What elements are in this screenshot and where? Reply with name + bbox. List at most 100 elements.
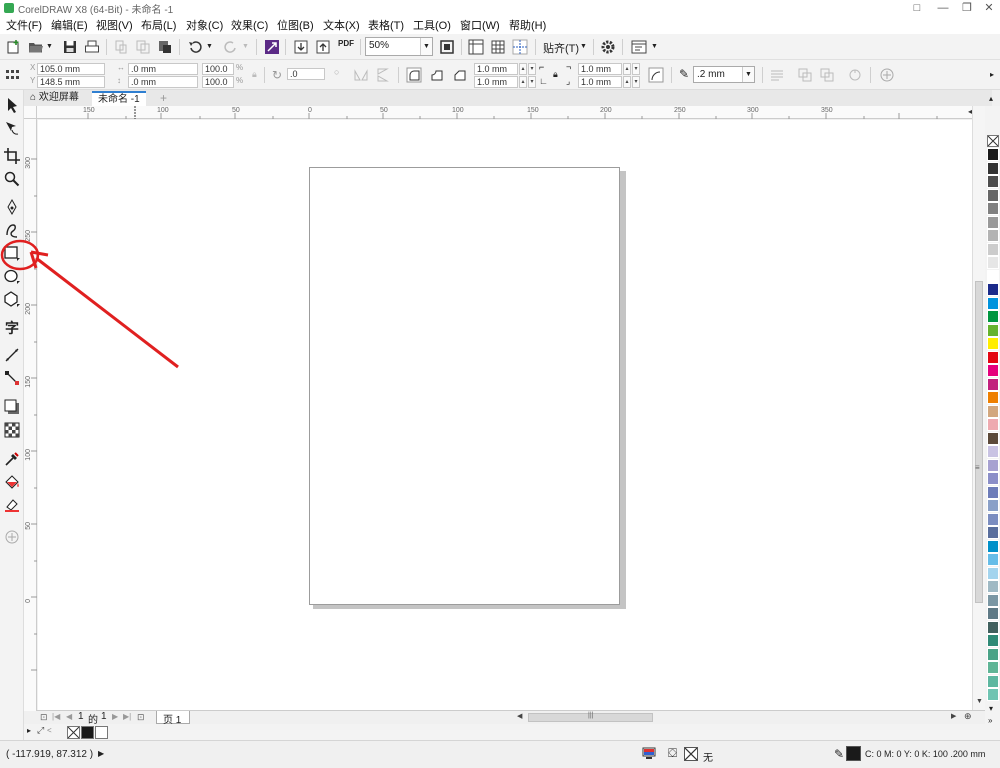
add-page-before-icon[interactable]: ⊡ xyxy=(40,712,48,723)
ruler-origin[interactable] xyxy=(24,106,37,119)
page-size-icon[interactable] xyxy=(4,66,22,84)
corner-radius-top-right-field[interactable]: 1.0 mm xyxy=(578,63,622,75)
palette-swatch[interactable] xyxy=(987,175,999,188)
palette-swatch[interactable] xyxy=(987,404,999,418)
redo-icon[interactable] xyxy=(222,38,240,56)
palette-swatch[interactable] xyxy=(987,337,999,350)
copy-icon[interactable] xyxy=(134,38,152,56)
docpal-left-icon[interactable]: < xyxy=(47,726,52,735)
scroll-down-icon[interactable]: ▼ xyxy=(976,698,983,705)
mirror-vertical-icon[interactable] xyxy=(374,66,392,84)
menu-effects[interactable]: 效果(C) xyxy=(231,17,268,33)
paste-icon[interactable] xyxy=(156,38,174,56)
palette-swatch[interactable] xyxy=(987,323,999,337)
palette-swatch[interactable] xyxy=(987,269,999,283)
palette-swatch[interactable] xyxy=(987,458,999,472)
add-tab-button[interactable]: + xyxy=(154,91,173,106)
outline-color-swatch[interactable] xyxy=(846,746,861,761)
menu-help[interactable]: 帮助(H) xyxy=(509,17,546,33)
to-back-icon[interactable] xyxy=(818,66,836,84)
previous-page-icon[interactable]: ◀ xyxy=(66,712,72,721)
freehand-tool-icon[interactable] xyxy=(3,198,21,216)
add-plus-icon[interactable] xyxy=(878,66,896,84)
vertical-ruler[interactable]: 300 250 200 150 100 50 0 xyxy=(24,119,37,711)
menu-edit[interactable]: 编辑(E) xyxy=(51,17,88,33)
docpal-black-swatch[interactable] xyxy=(81,726,94,739)
redo-dropdown-icon[interactable]: ▼ xyxy=(242,43,249,50)
transparency-tool-icon[interactable] xyxy=(3,421,21,439)
drop-shadow-tool-icon[interactable] xyxy=(3,398,21,416)
palette-swatch[interactable] xyxy=(987,634,999,647)
menu-view[interactable]: 视图(V) xyxy=(96,17,133,33)
object-height-field[interactable]: 148.5 mm xyxy=(37,76,105,88)
search-content-icon[interactable] xyxy=(263,38,281,56)
palette-swatch[interactable] xyxy=(987,148,999,161)
launcher-dropdown-icon[interactable]: ▼ xyxy=(651,43,658,50)
corner2-spin[interactable]: ▴ xyxy=(519,76,527,88)
last-page-icon[interactable]: ▶| xyxy=(123,712,131,721)
position-y-field[interactable]: .0 mm xyxy=(128,76,198,88)
menu-layout[interactable]: 布局(L) xyxy=(141,17,176,33)
undo-dropdown-icon[interactable]: ▼ xyxy=(206,43,213,50)
corner-lock-icon[interactable]: 🔒︎ xyxy=(553,69,558,80)
corner2-spin-down[interactable]: ▾ xyxy=(528,76,536,88)
minimize-button[interactable]: — xyxy=(932,0,954,16)
zoom-tool-icon[interactable] xyxy=(3,170,21,188)
palette-swatch[interactable] xyxy=(987,553,999,566)
quick-customize-icon[interactable] xyxy=(3,528,21,546)
chamfered-corner-icon[interactable] xyxy=(451,66,469,84)
palette-swatch[interactable] xyxy=(987,526,999,539)
show-rulers-icon[interactable] xyxy=(467,38,485,56)
scale-x-field[interactable]: 100.0 xyxy=(202,63,234,75)
corner-radius-bottom-right-field[interactable]: 1.0 mm xyxy=(578,76,622,88)
drawing-canvas[interactable] xyxy=(38,120,972,710)
status-expand-icon[interactable]: ▶ xyxy=(98,749,104,758)
restore-ribbon-button[interactable]: □ xyxy=(906,0,928,16)
palette-swatch[interactable] xyxy=(987,215,999,229)
vertical-scrollbar[interactable]: ≡ ▼ xyxy=(972,106,985,710)
add-page-after-icon[interactable]: ⊡ xyxy=(137,712,145,723)
full-screen-icon[interactable] xyxy=(438,38,456,56)
palette-swatch[interactable] xyxy=(987,377,999,391)
outline-width-dropdown-icon[interactable]: ▼ xyxy=(742,67,754,82)
eyedropper-tool-icon[interactable] xyxy=(3,450,21,468)
page-tab[interactable]: 页 1 xyxy=(156,711,190,726)
print-icon[interactable] xyxy=(83,38,101,56)
show-grid-icon[interactable] xyxy=(489,38,507,56)
corner4-spin-down[interactable]: ▾ xyxy=(632,76,640,88)
palette-swatch[interactable] xyxy=(987,364,999,377)
round-corner-icon[interactable] xyxy=(405,66,423,84)
corner-radius-top-left-field[interactable]: 1.0 mm xyxy=(474,63,518,75)
close-button[interactable]: ✕ xyxy=(978,0,1000,16)
convert-to-curves-icon[interactable] xyxy=(846,66,864,84)
application-launcher-icon[interactable] xyxy=(630,38,648,56)
docpal-white-swatch[interactable] xyxy=(95,726,108,739)
crop-tool-icon[interactable] xyxy=(3,147,21,165)
pick-tool-icon[interactable] xyxy=(3,96,21,114)
palette-swatch[interactable] xyxy=(987,472,999,485)
options-gear-icon[interactable] xyxy=(599,38,617,56)
docpal-menu-icon[interactable]: ▸ xyxy=(27,726,31,735)
save-icon[interactable] xyxy=(61,38,79,56)
new-document-icon[interactable] xyxy=(5,38,23,56)
corner3-spin-down[interactable]: ▾ xyxy=(632,63,640,75)
vertical-scroll-thumb[interactable] xyxy=(975,281,983,603)
palette-swatch[interactable] xyxy=(987,661,999,674)
palette-swatch[interactable] xyxy=(987,310,999,323)
open-folder-icon[interactable] xyxy=(27,38,45,56)
corner3-spin[interactable]: ▴ xyxy=(623,63,631,75)
scale-y-field[interactable]: 100.0 xyxy=(202,76,234,88)
corner-radius-bottom-left-field[interactable]: 1.0 mm xyxy=(474,76,518,88)
palette-swatch[interactable] xyxy=(987,161,999,175)
menu-text[interactable]: 文本(X) xyxy=(323,17,360,33)
open-dropdown-icon[interactable]: ▼ xyxy=(46,43,53,50)
docpal-no-color-swatch[interactable] xyxy=(67,726,80,739)
propbar-overflow-icon[interactable]: ▸ xyxy=(990,70,994,79)
zoom-navigator-icon[interactable]: ⊕ xyxy=(964,711,972,722)
document-page[interactable] xyxy=(309,167,620,605)
corner4-spin[interactable]: ▴ xyxy=(623,76,631,88)
to-front-icon[interactable] xyxy=(796,66,814,84)
mirror-horizontal-icon[interactable] xyxy=(352,66,370,84)
zoom-level-combo[interactable]: 50% ▼ xyxy=(365,37,433,56)
palette-swatch[interactable] xyxy=(987,485,999,499)
